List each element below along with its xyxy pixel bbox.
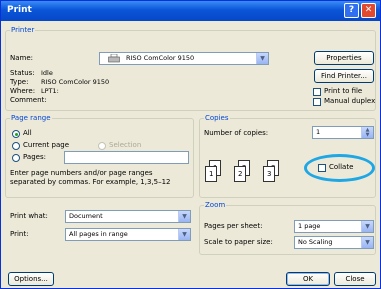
collate-page-icon: 1	[205, 166, 217, 182]
print-select[interactable]: All pages in range ▼	[65, 228, 191, 241]
find-printer-button-label: Find Printer...	[321, 72, 367, 80]
printer-icon	[108, 54, 120, 63]
properties-button[interactable]: Properties	[314, 51, 374, 65]
number-of-copies-spinner[interactable]: 1 ▲ ▼	[312, 126, 374, 139]
options-button-label: Options...	[14, 275, 48, 283]
options-button[interactable]: Options...	[8, 272, 54, 286]
print-what-value: Document	[69, 212, 103, 220]
current-page-radio[interactable]	[12, 142, 20, 150]
pages-label: Pages:	[23, 153, 46, 161]
where-value: LPT1:	[41, 87, 59, 95]
page-range-group-label: Page range	[10, 114, 52, 123]
copies-group-label: Copies	[204, 114, 230, 123]
print-what-label: Print what:	[10, 212, 48, 220]
page-number: 1	[209, 170, 214, 178]
status-label: Status:	[10, 69, 35, 77]
chevron-down-icon: ▼	[361, 221, 373, 232]
type-value: RISO ComColor 9150	[41, 78, 110, 86]
title-bar[interactable]: Print ? ✕	[1, 1, 380, 21]
close-button[interactable]: Close	[334, 272, 376, 286]
where-label: Where:	[10, 87, 36, 95]
print-label: Print:	[10, 230, 29, 238]
collate-label: Collate	[329, 163, 354, 171]
printer-name-value: RISO ComColor 9150	[126, 54, 195, 62]
close-button-label: Close	[345, 275, 365, 283]
print-value: All pages in range	[69, 230, 128, 238]
manual-duplex-checkbox[interactable]	[313, 98, 321, 106]
selection-radio[interactable]	[98, 142, 106, 150]
window-title: Print	[7, 5, 32, 15]
help-button[interactable]: ?	[344, 3, 359, 18]
spinner-arrows-icon: ▲ ▼	[361, 127, 373, 138]
zoom-group-label: Zoom	[204, 201, 227, 210]
pages-input[interactable]	[64, 151, 189, 164]
number-of-copies-label: Number of copies:	[204, 129, 269, 137]
printer-group-label: Printer	[10, 26, 36, 35]
chevron-down-icon: ▼	[178, 211, 190, 222]
print-what-select[interactable]: Document ▼	[65, 210, 191, 223]
collate-page-icon: 2	[234, 166, 246, 182]
scale-to-paper-size-label: Scale to paper size:	[204, 238, 273, 246]
print-to-file-label: Print to file	[324, 87, 363, 95]
pages-per-sheet-select[interactable]: 1 page ▼	[294, 220, 374, 233]
page-number: 3	[267, 170, 272, 178]
properties-button-label: Properties	[326, 54, 362, 62]
number-of-copies-value: 1	[316, 128, 321, 136]
page-number: 2	[238, 170, 243, 178]
printer-name-select[interactable]: RISO ComColor 9150 ▼	[99, 52, 269, 65]
chevron-down-icon: ▼	[361, 237, 373, 248]
status-value: Idle	[41, 69, 53, 77]
selection-label: Selection	[109, 141, 142, 149]
comment-label: Comment:	[10, 96, 47, 104]
name-label: Name:	[10, 54, 34, 62]
pages-per-sheet-label: Pages per sheet:	[204, 222, 263, 230]
manual-duplex-label: Manual duplex	[324, 97, 376, 105]
close-window-button[interactable]: ✕	[361, 3, 376, 18]
all-radio[interactable]	[12, 130, 20, 138]
pages-per-sheet-value: 1 page	[298, 222, 321, 230]
page-range-hint-line-1: Enter page numbers and/or page ranges	[10, 169, 153, 177]
ok-button-label: OK	[302, 275, 314, 283]
page-range-hint-line-2: separated by commas. For example, 1,3,5–…	[10, 178, 171, 186]
scale-to-paper-size-select[interactable]: No Scaling ▼	[294, 236, 374, 249]
print-to-file-checkbox[interactable]	[313, 88, 321, 96]
all-label: All	[23, 129, 32, 137]
collate-checkbox[interactable]	[318, 164, 326, 172]
collate-page-icon: 3	[263, 166, 275, 182]
chevron-down-icon: ▼	[256, 53, 268, 64]
current-page-label: Current page	[23, 141, 69, 149]
type-label: Type:	[10, 78, 29, 86]
print-dialog: Print ? ✕ Printer Name: RISO ComColor 91…	[0, 0, 381, 289]
chevron-down-icon: ▼	[178, 229, 190, 240]
scale-to-paper-size-value: No Scaling	[298, 238, 333, 246]
pages-radio[interactable]	[12, 154, 20, 162]
ok-button[interactable]: OK	[286, 272, 330, 286]
find-printer-button[interactable]: Find Printer...	[314, 69, 374, 83]
